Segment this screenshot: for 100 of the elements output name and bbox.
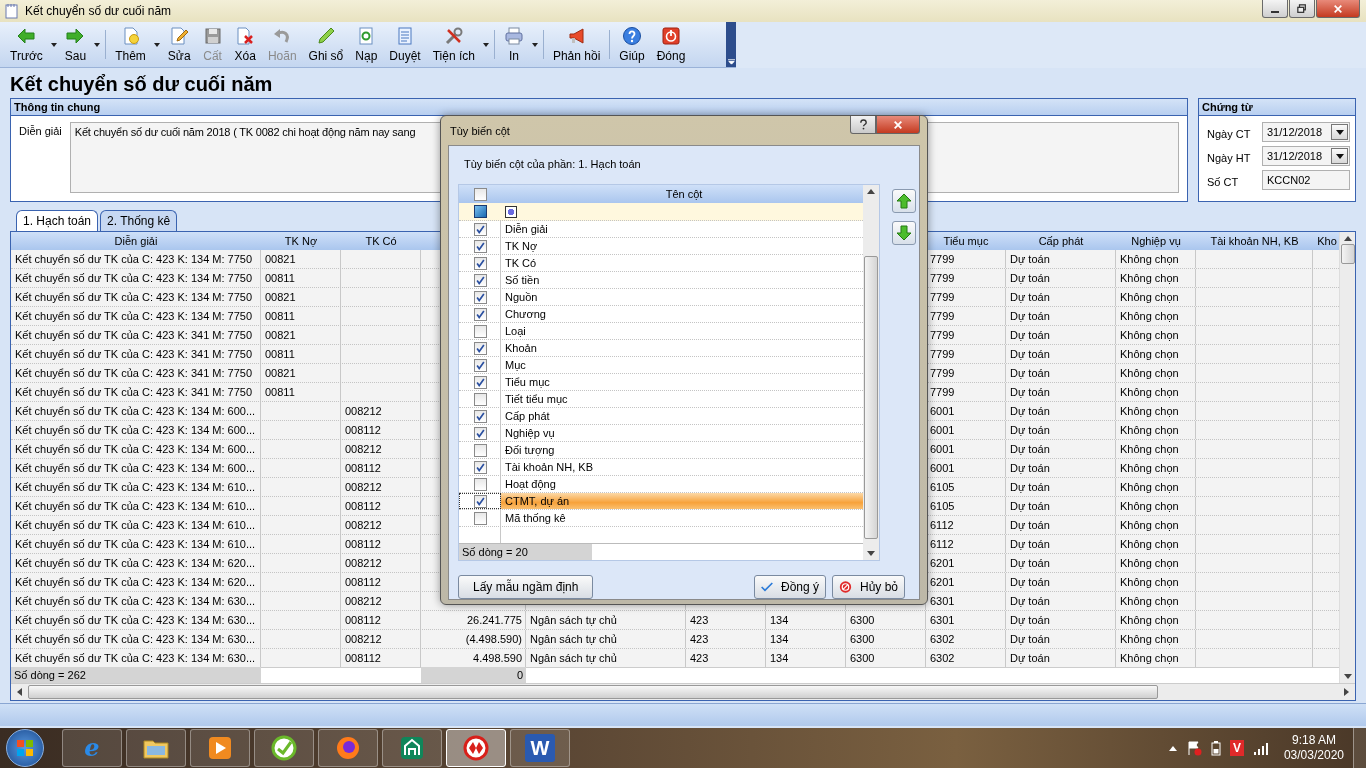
table-cell-text: Không chọn (1119, 632, 1180, 647)
table-cell-text: 6301 (929, 594, 956, 609)
table-cell-text: Dự toán (1009, 499, 1051, 514)
dialog-subtitle: Tùy biến cột của phần: 1. Hạch toán (463, 157, 642, 172)
table-cell-text: Dự toán (1009, 518, 1051, 533)
table-cell-text: (4.498.590) (464, 632, 523, 647)
table-cell-text: Không chọn (1119, 385, 1180, 400)
table-cell-text: 00811 (264, 385, 296, 400)
column-name: Tiểu mục (505, 376, 550, 388)
table-cell-text: Không chọn (1119, 556, 1180, 571)
table-cell-text: 6112 (929, 537, 955, 552)
column-name: Nghiệp vụ (505, 427, 555, 439)
table-cell-text: 7799 (929, 366, 956, 381)
column-name: TK Nợ (505, 240, 538, 252)
table-cell-text: Kết chuyển số dư TK của C: 423 K: 134 M: 610... (14, 499, 257, 514)
table-cell-text: 008212 (344, 404, 383, 419)
table-cell-text: 134 (769, 632, 790, 647)
table-cell-text: 7799 (929, 385, 956, 400)
table-cell-text: Không chọn (1119, 271, 1180, 286)
column-name: Hoạt động (505, 478, 556, 490)
column-name: Cấp phát (505, 410, 550, 422)
table-cell-text: 423 (689, 651, 710, 666)
table-cell-text: 6001 (929, 423, 956, 438)
column-name: Diễn giải (505, 223, 548, 235)
table-cell-text: Kết chuyển số dư TK của C: 423 K: 134 M: 600... (14, 423, 257, 438)
table-cell-text: 008212 (344, 594, 383, 609)
table-cell-text: 7799 (929, 290, 956, 305)
table-cell-text: Không chọn (1119, 575, 1180, 590)
window-title: Kết chuyển số dư cuối năm (25, 4, 172, 18)
table-cell-text: Dự toán (1009, 632, 1051, 647)
table-cell-text: Dự toán (1009, 252, 1051, 267)
table-cell-text: Không chọn (1119, 404, 1180, 419)
column-name: Tài khoản NH, KB (505, 461, 594, 473)
table-cell-text: 7799 (929, 271, 956, 286)
field-label: Diễn giải (19, 124, 62, 139)
table-cell-text: Không chọn (1119, 651, 1180, 666)
table-cell-text: 6001 (929, 461, 956, 476)
table-cell-text: Kết chuyển số dư TK của C: 423 K: 341 M: 7750 (14, 328, 254, 343)
table-cell-text: Kết chuyển số dư TK của C: 423 K: 134 M: 610... (14, 537, 257, 552)
table-cell-text: 00821 (264, 366, 297, 381)
column-name: Tiết tiểu mục (505, 393, 568, 405)
table-cell-text: 008112 (344, 651, 382, 666)
clock-time: 9:18 AM (1291, 733, 1336, 748)
table-cell-text: Không chọn (1119, 613, 1180, 628)
table-cell-text: Kết chuyển số dư TK của C: 423 K: 134 M: 630... (14, 632, 257, 647)
table-cell-text: 7799 (929, 328, 956, 343)
table-cell-text: 6112 (929, 518, 955, 533)
table-cell-text: Dự toán (1009, 556, 1051, 571)
table-cell-text: 008212 (344, 556, 383, 571)
table-cell-text: Dự toán (1009, 366, 1051, 381)
table-cell-text: Dự toán (1009, 442, 1051, 457)
table-cell-text: Kết chuyển số dư TK của C: 423 K: 134 M: 600... (14, 461, 257, 476)
table-cell-text: 423 (689, 632, 710, 647)
table-cell-text: 008112 (344, 423, 382, 438)
table-cell-text: Kết chuyển số dư TK của C: 423 K: 134 M: 620... (14, 575, 257, 590)
table-cell-text: Dự toán (1009, 613, 1051, 628)
table-cell-text: Không chọn (1119, 252, 1180, 267)
table-cell-text: 7799 (929, 347, 956, 362)
column-name: Nguồn (505, 291, 538, 303)
table-cell-text: Không chọn (1119, 518, 1180, 533)
column-name: CTMT, dự án (505, 495, 570, 507)
table-cell-text: 6301 (929, 613, 956, 628)
table-cell-text: Không chọn (1119, 366, 1180, 381)
table-cell-text: Dự toán (1009, 290, 1051, 305)
table-cell-text: Dự toán (1009, 594, 1051, 609)
table-cell-text: Không chọn (1119, 423, 1180, 438)
table-cell-text: Kết chuyển số dư TK của C: 423 K: 134 M: 7750 (14, 309, 254, 324)
table-cell-text: Không chọn (1119, 328, 1180, 343)
table-cell-text: Không chọn (1119, 499, 1180, 514)
document-icon: W (525, 734, 555, 762)
column-name: TK Có (505, 257, 537, 269)
panel-title: Chứng từ (1199, 99, 1355, 116)
table-cell-text: Kết chuyển số dư TK của C: 423 K: 134 M: 600... (14, 404, 257, 419)
table-cell-text: 6001 (929, 442, 956, 457)
table-cell-text: Dự toán (1009, 461, 1051, 476)
table-cell-text: Dự toán (1009, 271, 1051, 286)
table-cell-text: 134 (769, 613, 790, 628)
table-cell-text: 26.241.775 (465, 613, 523, 628)
table-cell-text: 008112 (344, 499, 382, 514)
column-name: Chương (505, 308, 546, 320)
table-cell-text: Kết chuyển số dư TK của C: 423 K: 134 M: 600... (14, 442, 257, 457)
table-cell-text: Không chọn (1119, 442, 1180, 457)
total-cell: 0 (421, 667, 526, 683)
table-cell-text: 008212 (344, 518, 383, 533)
table-cell-text: Dự toán (1009, 309, 1051, 324)
table-cell-text: 6300 (849, 651, 876, 666)
table-cell-text: Không chọn (1119, 309, 1180, 324)
table-cell-text: 008112 (344, 575, 382, 590)
dialog-title: Tùy biến cột (450, 124, 510, 137)
table-cell-text: 7799 (929, 309, 956, 324)
table-cell-text: Dự toán (1009, 480, 1051, 495)
table-cell-text: Kết chuyển số dư TK của C: 423 K: 134 M: 630... (14, 613, 257, 628)
table-cell-text: 6001 (929, 404, 956, 419)
table-cell-text: Dự toán (1009, 404, 1051, 419)
table-cell-text: 6302 (929, 651, 956, 666)
table-cell-text: Không chọn (1119, 480, 1180, 495)
field-label: Ngày CT (1207, 126, 1252, 140)
column-name: Đối tượng (505, 444, 555, 456)
table-cell-text: Kết chuyển số dư TK của C: 423 K: 134 M: 7750 (14, 271, 254, 286)
table-cell-text: Dự toán (1009, 328, 1051, 343)
